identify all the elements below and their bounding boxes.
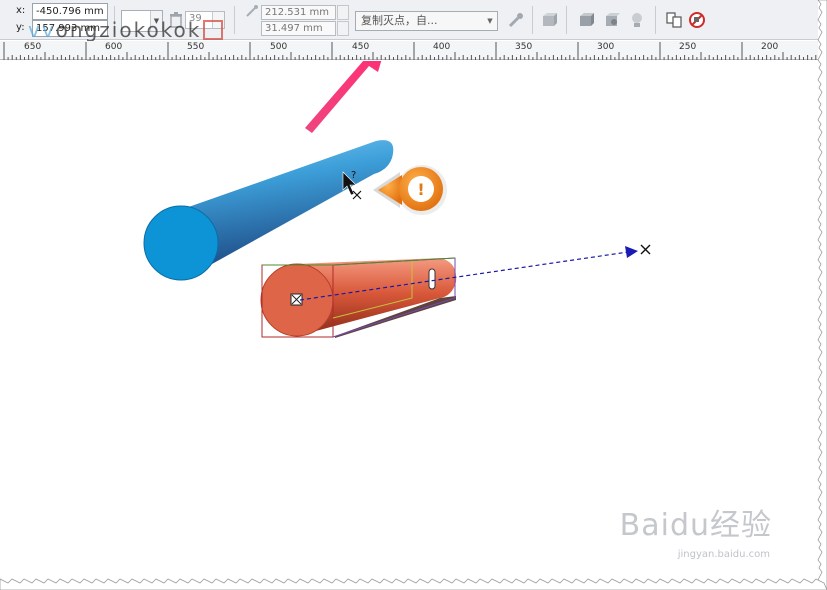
vanishing-point-marker — [640, 244, 651, 255]
eyedropper-icon[interactable] — [507, 11, 525, 29]
width-field[interactable]: 212.531 mm — [261, 5, 336, 20]
torn-edge-right — [817, 0, 827, 590]
watermark-text: ongziokokok — [55, 18, 202, 42]
extrude-color-icon[interactable] — [577, 11, 595, 29]
ruler-label: 350 — [515, 42, 533, 52]
y-label: y: — [16, 22, 25, 33]
height-field[interactable]: 31.497 mm — [261, 21, 336, 36]
red-cylinder[interactable] — [260, 257, 457, 338]
annotation-arrow — [305, 61, 382, 133]
horizontal-ruler[interactable]: 650 600 550 500 450 400 350 300 250 200 — [0, 41, 818, 60]
ruler-label: 400 — [433, 42, 451, 52]
alert-badge: ! — [373, 165, 447, 215]
alert-symbol: ! — [417, 180, 424, 199]
watermark-v: vv — [28, 18, 56, 42]
extrude-rotation-icon[interactable] — [540, 11, 558, 29]
cursor-hint: ? — [351, 170, 356, 181]
width-stepper[interactable] — [337, 5, 349, 20]
lightbulb-icon[interactable] — [628, 11, 646, 29]
baidu-watermark: Baidu经验 — [619, 508, 772, 543]
clear-extrude-icon[interactable] — [688, 11, 706, 29]
ruler-label: 650 — [24, 42, 42, 52]
ruler-label: 550 — [187, 42, 205, 52]
ruler-label: 500 — [270, 42, 288, 52]
watermark-logo: vvongziokokok — [28, 18, 224, 42]
chevron-down-icon[interactable]: ▼ — [483, 12, 497, 30]
copy-properties-icon[interactable] — [665, 11, 683, 29]
baidu-url: jingyan.baidu.com — [677, 549, 770, 560]
drawing-canvas[interactable]: ? ! Baidu经验 jingyan.baidu.com — [0, 61, 818, 576]
toolbar-separator — [234, 6, 235, 34]
toolbar-separator — [532, 6, 533, 34]
vanishing-point-icon — [245, 4, 259, 22]
ruler-label: 450 — [352, 42, 370, 52]
blue-cylinder[interactable] — [143, 140, 394, 281]
toolbar-separator — [566, 6, 567, 34]
ruler-label: 200 — [761, 42, 779, 52]
extrude-bevel-icon[interactable] — [603, 11, 621, 29]
seal-icon — [203, 20, 224, 40]
vanishing-point-combo[interactable]: 复制灭点，自... ▼ — [355, 11, 498, 31]
property-bar: x: -450.796 mm y: 157.993 mm ▼ 39 212.53… — [0, 0, 818, 42]
vanishing-point-value: 复制灭点，自... — [361, 14, 438, 27]
height-stepper[interactable] — [337, 21, 349, 36]
torn-edge-bottom — [0, 578, 827, 590]
x-label: x: — [16, 5, 26, 16]
ruler-label: 300 — [597, 42, 615, 52]
ruler-label: 250 — [679, 42, 697, 52]
app-window: x: -450.796 mm y: 157.993 mm ▼ 39 212.53… — [0, 0, 827, 590]
toolbar-separator — [655, 6, 656, 34]
ruler-label: 600 — [105, 42, 123, 52]
